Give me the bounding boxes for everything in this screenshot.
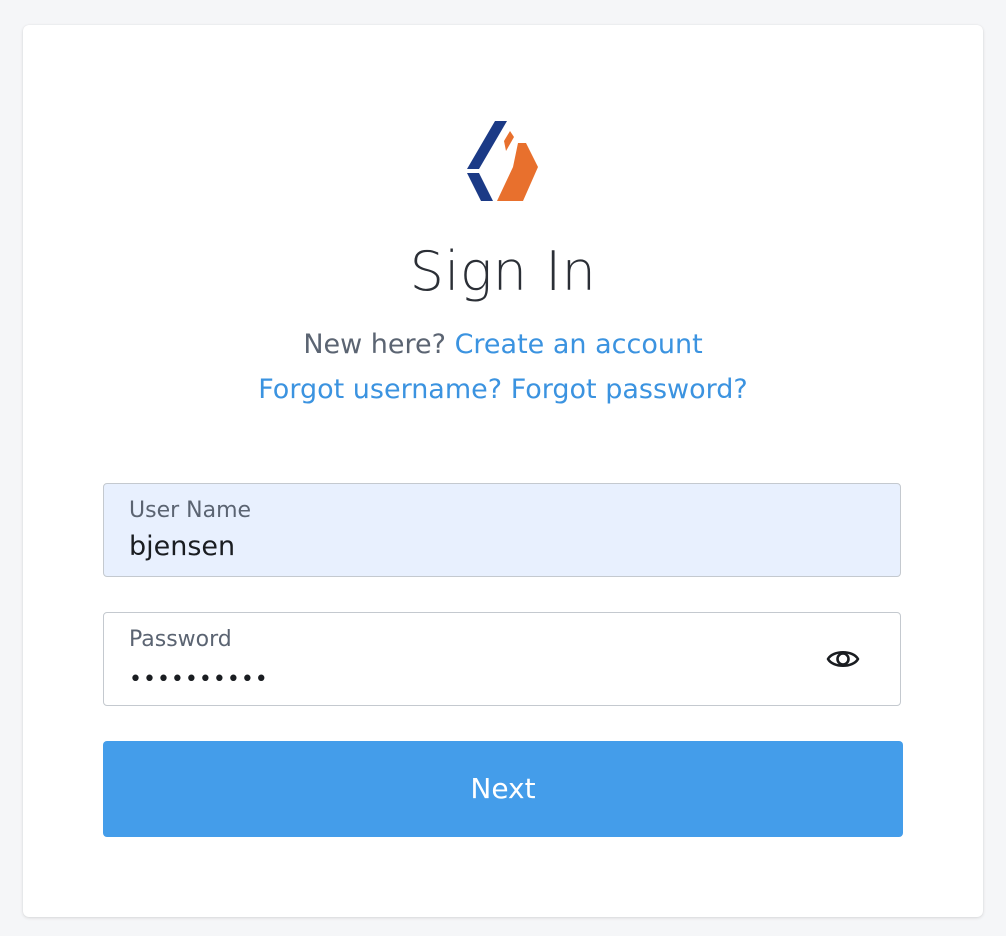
signup-prompt: New here? Create an account (23, 325, 983, 365)
username-field[interactable]: User Name bjensen (103, 483, 901, 577)
password-field[interactable]: Password •••••••••• (103, 612, 901, 706)
username-input[interactable]: bjensen (129, 530, 235, 564)
forgot-username-link[interactable]: Forgot username? (258, 374, 502, 405)
page-title: Sign In (409, 240, 597, 303)
create-account-link[interactable]: Create an account (455, 329, 703, 360)
password-label: Password (129, 627, 232, 652)
username-label: User Name (129, 498, 252, 523)
eye-icon[interactable] (826, 647, 860, 671)
new-here-text: New here? (303, 329, 446, 360)
password-input[interactable]: •••••••••• (129, 663, 269, 697)
sign-in-card: Sign In New here? Create an account Forg… (23, 25, 983, 917)
forgot-password-link[interactable]: Forgot password? (511, 374, 748, 405)
next-button[interactable]: Next (103, 741, 903, 837)
recovery-links: Forgot username? Forgot password? (23, 370, 983, 410)
brand-logo-icon (467, 121, 538, 201)
